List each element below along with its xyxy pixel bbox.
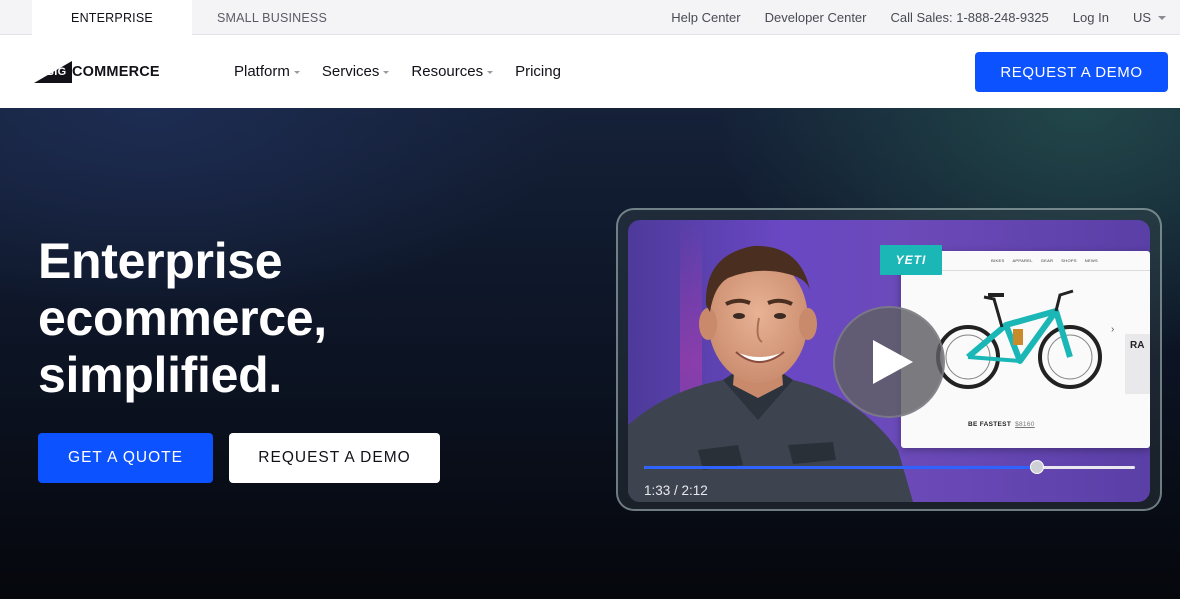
- hero-section: Enterprise ecommerce, simplified. GET A …: [0, 108, 1180, 599]
- locale-label: US: [1132, 10, 1151, 25]
- utility-bar: ENTERPRISE SMALL BUSINESS Help Center De…: [0, 0, 1180, 36]
- embedded-nav-item: BIKES: [991, 258, 1005, 263]
- embedded-nav-item: APPAREL: [1012, 258, 1033, 263]
- log-in-link[interactable]: Log In: [1073, 10, 1109, 25]
- embedded-nav-item: SHOPS: [1061, 258, 1077, 263]
- nav-item-pricing[interactable]: Pricing: [515, 63, 561, 80]
- locale-selector[interactable]: US: [1133, 10, 1166, 25]
- request-demo-button[interactable]: REQUEST A DEMO: [975, 52, 1168, 92]
- logo-word: COMMERCE: [72, 64, 160, 80]
- call-sales-link[interactable]: Call Sales: 1-888-248-9325: [891, 10, 1049, 25]
- tab-small-business[interactable]: SMALL BUSINESS: [192, 0, 352, 35]
- embedded-nav-item: NEWS: [1084, 258, 1098, 263]
- embedded-tagline: BE FASTEST $8160: [968, 421, 1035, 428]
- nav-item-services[interactable]: Services: [322, 63, 390, 80]
- nav-item-label: Services: [321, 63, 380, 80]
- side-tile: RA: [1125, 334, 1150, 394]
- tab-enterprise[interactable]: ENTERPRISE: [32, 0, 192, 36]
- nav-item-label: Resources: [411, 63, 484, 80]
- play-icon: [873, 340, 913, 384]
- play-button[interactable]: [833, 306, 945, 418]
- chevron-down-icon: [487, 71, 494, 74]
- nav-item-label: Pricing: [515, 63, 561, 80]
- nav-item-resources[interactable]: Resources: [411, 63, 494, 80]
- headline-line: Enterprise: [38, 233, 283, 289]
- progress-knob[interactable]: [1029, 460, 1044, 474]
- chevron-down-icon: [383, 71, 390, 74]
- logo-prefix: BIG: [46, 66, 67, 78]
- logo-mark: BIG: [34, 61, 72, 83]
- video-progress-bar[interactable]: [644, 460, 1135, 474]
- tagline-text: BE FASTEST: [968, 421, 1012, 428]
- yeti-logo: YETI: [880, 245, 942, 275]
- embedded-price: $8160: [1015, 421, 1035, 428]
- progress-fill: [644, 466, 1037, 469]
- headline-line: simplified.: [38, 347, 282, 403]
- bike-image: [936, 289, 1102, 389]
- hero-headline: Enterprise ecommerce, simplified.: [38, 233, 327, 404]
- utility-links: Help Center Developer Center Call Sales:…: [647, 0, 1166, 35]
- primary-menu: Platform Services Resources Pricing: [234, 35, 583, 108]
- embedded-nav-item: GEAR: [1040, 258, 1054, 263]
- chevron-down-icon: [1158, 15, 1166, 20]
- bigcommerce-logo[interactable]: BIG COMMERCE: [34, 59, 174, 85]
- nav-item-platform[interactable]: Platform: [234, 63, 300, 80]
- nav-item-label: Platform: [234, 63, 290, 80]
- video-time: 1:33 / 2:12: [644, 483, 708, 498]
- video-player[interactable]: BIKES APPAREL GEAR SHOPS NEWS YETI › RA …: [628, 220, 1150, 502]
- developer-center-link[interactable]: Developer Center: [765, 10, 867, 25]
- carousel-next-icon: ›: [1111, 324, 1115, 335]
- help-center-link[interactable]: Help Center: [671, 10, 740, 25]
- main-nav: BIG COMMERCE Platform Services Resources…: [0, 35, 1180, 108]
- chevron-down-icon: [293, 71, 300, 74]
- get-quote-button[interactable]: GET A QUOTE: [38, 433, 213, 483]
- headline-line: ecommerce,: [38, 290, 327, 346]
- hero-request-demo-button[interactable]: REQUEST A DEMO: [229, 433, 440, 483]
